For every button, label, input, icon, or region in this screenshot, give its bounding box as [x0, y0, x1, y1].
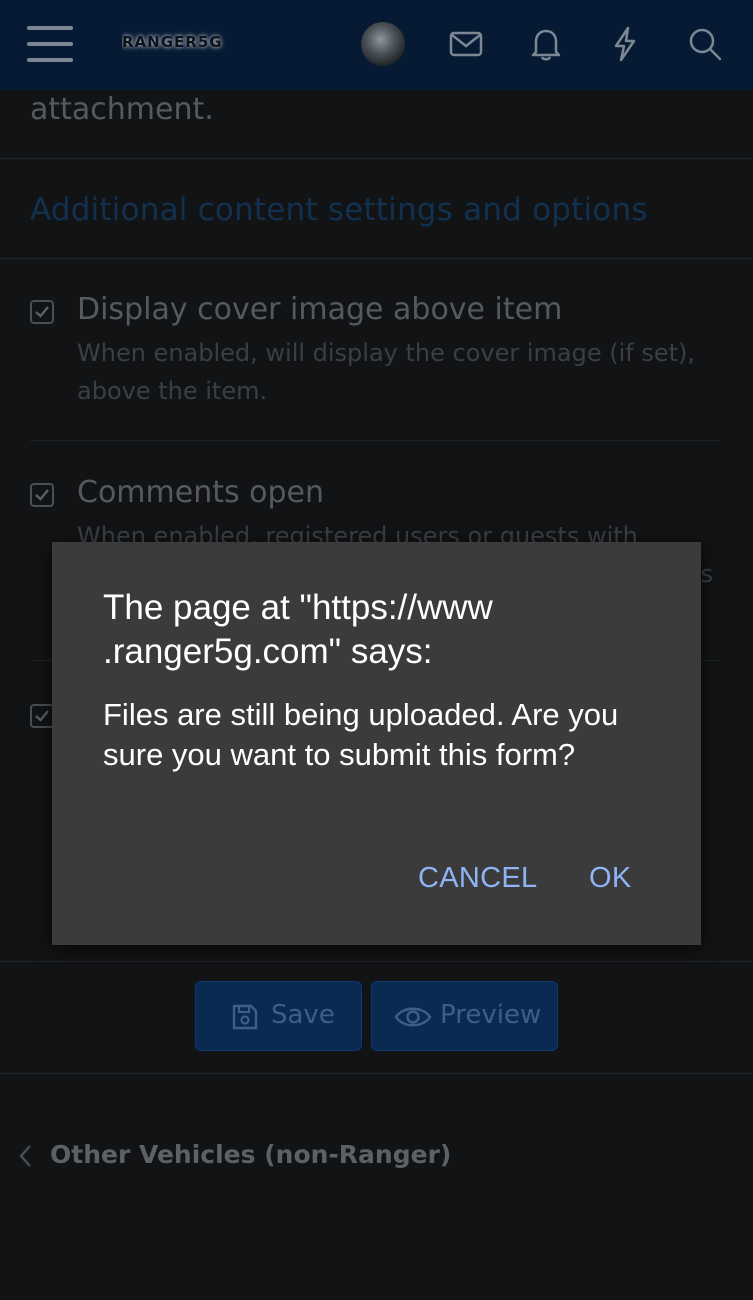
- divider: [0, 258, 753, 259]
- preview-button[interactable]: Preview: [371, 981, 558, 1051]
- option-title[interactable]: Display cover image above item: [77, 292, 562, 327]
- option-checkbox[interactable]: [30, 704, 54, 728]
- dialog-message: Files are still being uploaded. Are you …: [103, 697, 619, 772]
- comments-open-checkbox[interactable]: [30, 483, 54, 507]
- bell-icon[interactable]: [526, 24, 566, 64]
- dialog-title: The page at "https://www .ranger5g.com" …: [103, 588, 493, 671]
- breadcrumb-link[interactable]: Other Vehicles (non-Ranger): [50, 1140, 451, 1169]
- chevron-left-icon[interactable]: [16, 1143, 36, 1169]
- top-navigation-bar: RANGER5G: [0, 0, 753, 90]
- save-icon: [232, 1004, 258, 1030]
- menu-icon[interactable]: [27, 24, 75, 64]
- display-cover-image-checkbox[interactable]: [30, 300, 54, 324]
- save-button[interactable]: Save: [195, 981, 362, 1051]
- option-description: When enabled, will display the cover ima…: [77, 339, 696, 405]
- divider: [0, 1073, 753, 1074]
- option-description: When enabled, registered users or guests…: [77, 522, 638, 543]
- divider: [0, 158, 753, 159]
- confirm-dialog: The page at "https://www .ranger5g.com" …: [52, 542, 701, 945]
- site-logo[interactable]: RANGER5G: [122, 30, 294, 54]
- save-label: Save: [271, 1000, 335, 1030]
- eye-icon: [394, 1007, 432, 1027]
- attachment-help-text-tail: attachment.: [30, 92, 214, 127]
- mail-icon[interactable]: [446, 24, 486, 64]
- lightning-icon[interactable]: [605, 24, 645, 64]
- user-avatar[interactable]: [361, 22, 405, 66]
- divider: [0, 961, 753, 962]
- preview-label: Preview: [440, 1000, 542, 1030]
- ok-button[interactable]: OK: [589, 862, 632, 895]
- section-title: Additional content settings and options: [30, 192, 648, 228]
- option-title[interactable]: Comments open: [77, 475, 324, 510]
- search-icon[interactable]: [685, 24, 725, 64]
- divider: [30, 440, 720, 441]
- cancel-button[interactable]: CANCEL: [418, 862, 537, 895]
